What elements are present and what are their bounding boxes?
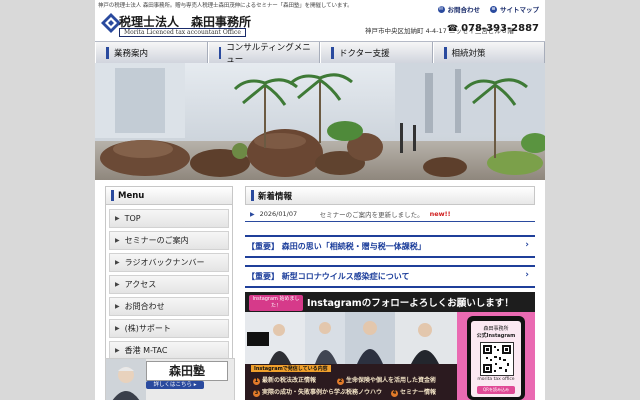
phone-official-label: 公式Instagram bbox=[476, 333, 516, 339]
banner-title: 森田塾 bbox=[146, 361, 228, 381]
instagram-topics: Instagramで発信している内容 1 最新の税法改正情報 2 生命保険や個人を活… bbox=[245, 364, 457, 400]
menu-item-label: (株)サポート bbox=[124, 324, 171, 333]
phone-number-text: 078-393-2887 bbox=[461, 23, 539, 34]
phone-number: ☎ 078-393-2887 bbox=[447, 23, 539, 34]
arrow-right-icon: ▶ bbox=[115, 259, 120, 266]
qr-read-button[interactable]: QRを読み込み bbox=[477, 386, 515, 394]
nav-label: 業務案内 bbox=[114, 49, 149, 59]
nav-marker bbox=[331, 47, 334, 59]
chevron-right-icon: › bbox=[525, 270, 529, 280]
moritajuku-banner[interactable]: 森田塾 詳しくはこちら ▸ bbox=[105, 358, 235, 400]
arrow-right-icon: ▶ bbox=[250, 210, 255, 218]
menu-item-label: セミナーのご案内 bbox=[124, 236, 189, 245]
notice-text: 【重要】 森田の思い「相続税・贈与税一体課税」 bbox=[247, 242, 426, 251]
menu-list: ▶ TOP ▶ セミナーのご案内 ▶ ラジオバックナンバー ▶ アクセス ▶ お問合わせ … bbox=[105, 205, 233, 366]
hero-image bbox=[95, 63, 545, 180]
qr-code-icon[interactable] bbox=[480, 342, 514, 376]
page: 神戸の税理士法人 森田事務所。贈与専売人税理士森田茂伸によるセミナー「森田塾」を… bbox=[95, 0, 545, 400]
heading-marker bbox=[251, 190, 254, 201]
phone-screen: 森田事務所 公式Instagram morita tax office QRを読… bbox=[471, 321, 521, 397]
nav-item-consulting[interactable]: コンサルティングメニュー bbox=[207, 42, 320, 65]
menu-item-seminar[interactable]: ▶ セミナーのご案内 bbox=[109, 231, 229, 250]
side-menu: Menu ▶ TOP ▶ セミナーのご案内 ▶ ラジオバックナンバー ▶ アクセス ▶ お… bbox=[105, 186, 233, 366]
news-date: 2026/01/07 bbox=[259, 210, 298, 218]
phone-icon: ☎ bbox=[446, 23, 459, 34]
arrow-right-icon: ▶ bbox=[115, 347, 120, 354]
topic-item: 1 最新の税法改正情報 bbox=[253, 375, 316, 385]
arrow-right-icon: ▶ bbox=[115, 303, 120, 310]
nav-item-doctor-support[interactable]: ドクター支援 bbox=[320, 42, 433, 64]
logo-icon[interactable] bbox=[101, 13, 121, 33]
topic-number: 4 bbox=[391, 390, 398, 397]
arrow-right-icon: ▶ bbox=[115, 281, 120, 288]
arrow-right-icon: ▶ bbox=[115, 325, 120, 332]
topic-text: 最新の税法改正情報 bbox=[262, 377, 317, 384]
instagram-banner[interactable]: Instagram 始めました！ Instagramのフォローよろしくお願いしま… bbox=[245, 292, 535, 400]
menu-item-contact[interactable]: ▶ お問合わせ bbox=[109, 297, 229, 316]
menu-item-radio[interactable]: ▶ ラジオバックナンバー bbox=[109, 253, 229, 272]
topics-label: Instagramで発信している内容 bbox=[251, 365, 331, 372]
news-text: セミナーのご案内を更新しました。 bbox=[319, 211, 424, 219]
banner-details-button[interactable]: 詳しくはこちら ▸ bbox=[146, 381, 204, 389]
notice-text: 【重要】 新型コロナウイルス感染症について bbox=[247, 272, 410, 281]
main-nav: 業務案内 コンサルティングメニュー ドクター支援 相続対策 bbox=[95, 41, 545, 65]
instagram-header: Instagram 始めました！ Instagramのフォローよろしくお願いしま… bbox=[245, 292, 535, 312]
menu-item-label: お問合わせ bbox=[124, 302, 165, 311]
seminar-photo bbox=[245, 312, 457, 364]
instagram-badge: Instagram 始めました！ bbox=[249, 295, 303, 311]
menu-item-label: アクセス bbox=[124, 280, 157, 289]
menu-item-label: ラジオバックナンバー bbox=[124, 258, 205, 267]
nav-label: コンサルティングメニュー bbox=[226, 43, 311, 65]
site-header: 税理士法人 森田事務所 Morita Licenced tax accounta… bbox=[95, 11, 545, 41]
nav-item-services[interactable]: 業務案内 bbox=[95, 42, 208, 64]
topic-number: 3 bbox=[253, 390, 260, 397]
nav-marker bbox=[443, 47, 447, 59]
nav-label: ドクター支援 bbox=[339, 49, 390, 59]
chevron-right-icon: › bbox=[525, 240, 529, 250]
topic-item: 2 生命保険や個人を活用した資金術 bbox=[337, 375, 436, 385]
menu-item-label: TOP bbox=[124, 214, 141, 223]
phone-office-name: 森田事務所 bbox=[483, 326, 509, 332]
logo-subtitle: Morita Licenced tax accountant Office bbox=[119, 28, 246, 37]
notice-coronavirus[interactable]: 【重要】 新型コロナウイルス感染症について › bbox=[245, 265, 535, 288]
lecturer-photo bbox=[106, 359, 146, 400]
arrow-right-icon: ▶ bbox=[115, 237, 120, 244]
site-description: 神戸の税理士法人 森田事務所。贈与専売人税理士森田茂伸によるセミナー「森田塾」を… bbox=[98, 3, 353, 9]
news-item[interactable]: ▶ 2026/01/07 セミナーのご案内を更新しました。 new!! bbox=[245, 207, 535, 222]
heading-marker bbox=[111, 190, 114, 201]
menu-heading-label: Menu bbox=[118, 190, 145, 201]
notice-inheritance-tax[interactable]: 【重要】 森田の思い「相続税・贈与税一体課税」 › bbox=[245, 235, 535, 258]
topic-item: 3 実際の成功・失敗事例から学ぶ税務ノウハウ bbox=[253, 387, 382, 397]
menu-item-support[interactable]: ▶ (株)サポート bbox=[109, 319, 229, 338]
news-heading-label: 新着情報 bbox=[258, 191, 293, 202]
phone-account-name: morita tax office bbox=[477, 377, 515, 382]
nav-marker bbox=[218, 47, 222, 59]
phone-mockup: 森田事務所 公式Instagram morita tax office QRを読… bbox=[467, 316, 525, 400]
menu-item-top[interactable]: ▶ TOP bbox=[109, 209, 229, 228]
menu-item-label: 香港 M-TAC bbox=[124, 346, 168, 355]
topic-item: 4 セミナー情報 bbox=[391, 387, 436, 397]
arrow-right-icon: ▶ bbox=[115, 215, 120, 222]
topic-text: 生命保険や個人を活用した資金術 bbox=[346, 377, 437, 384]
menu-item-access[interactable]: ▶ アクセス bbox=[109, 275, 229, 294]
topic-text: 実際の成功・失敗事例から学ぶ税務ノウハウ bbox=[262, 389, 383, 396]
menu-heading: Menu bbox=[105, 186, 233, 205]
news-section: 新着情報 ▶ 2026/01/07 セミナーのご案内を更新しました。 new!!… bbox=[245, 186, 535, 288]
instagram-title: Instagramのフォローよろしくお願いします！ bbox=[307, 298, 514, 309]
top-bar: 神戸の税理士法人 森田事務所。贈与専売人税理士森田茂伸によるセミナー「森田塾」を… bbox=[95, 0, 545, 14]
nav-label: 相続対策 bbox=[451, 49, 486, 59]
topic-number: 1 bbox=[253, 378, 260, 385]
topic-text: セミナー情報 bbox=[400, 389, 437, 396]
nav-item-inheritance[interactable]: 相続対策 bbox=[432, 42, 545, 64]
nav-marker bbox=[106, 47, 109, 59]
news-heading: 新着情報 bbox=[245, 186, 535, 205]
instagram-qr-panel: 森田事務所 公式Instagram morita tax office QRを読… bbox=[457, 312, 535, 400]
new-badge: new!! bbox=[429, 210, 451, 218]
topic-number: 2 bbox=[337, 378, 344, 385]
